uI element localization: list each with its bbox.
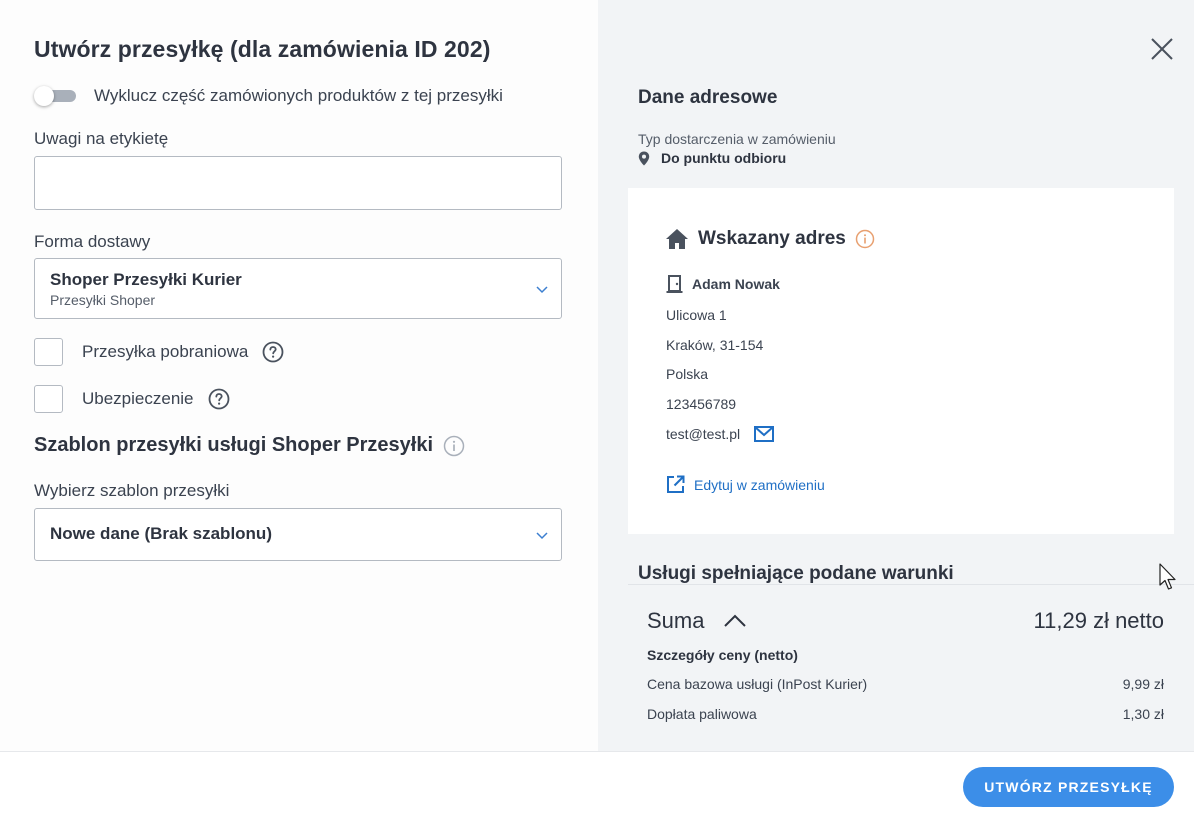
- exclude-products-row: Wyklucz część zamówionych produktów z te…: [34, 84, 503, 108]
- address-card-title: Wskazany adres: [698, 228, 846, 249]
- external-link-icon: [667, 475, 685, 493]
- price-row-value: 9,99 zł: [1122, 676, 1164, 692]
- delivery-type-label: Typ dostarczenia w zamówieniu: [638, 131, 836, 147]
- template-section-title: Szablon przesyłki usługi Shoper Przesyłk…: [34, 434, 465, 457]
- template-selected: Nowe dane (Brak szablonu): [50, 524, 272, 543]
- delivery-selected-sub: Przesyłki Shoper: [50, 292, 156, 308]
- shipment-form-panel: Utwórz przesyłkę (dla zamówienia ID 202)…: [0, 0, 598, 751]
- template-select-label: Wybierz szablon przesyłki: [34, 481, 230, 500]
- mail-icon[interactable]: [754, 426, 775, 442]
- address-card: Wskazany adres Adam Nowak Ulicowa 1 Krak…: [628, 188, 1174, 534]
- address-email: test@test.pl: [666, 426, 741, 442]
- recipient-name-row: Adam Nowak: [666, 275, 780, 293]
- delivery-selected-main: Shoper Przesyłki Kurier: [50, 270, 242, 289]
- delivery-form-select[interactable]: Shoper Przesyłki Kurier Przesyłki Shoper: [34, 258, 562, 319]
- exclude-products-label: Wyklucz część zamówionych produktów z te…: [94, 86, 503, 105]
- template-select[interactable]: Nowe dane (Brak szablonu): [34, 508, 562, 561]
- label-notes-label: Uwagi na etykietę: [34, 129, 169, 148]
- help-icon[interactable]: [208, 388, 230, 410]
- summary-toggle[interactable]: Suma: [647, 608, 747, 634]
- location-pin-icon: [638, 151, 650, 165]
- summary-panel: Suma 11,29 zł netto Szczegóły ceny (nett…: [628, 584, 1194, 751]
- address-city: Kraków, 31-154: [666, 337, 764, 353]
- page-title: Utwórz przesyłkę (dla zamówienia ID 202): [34, 36, 491, 62]
- summary-total: 11,29 zł netto: [1033, 608, 1164, 633]
- recipient-name: Adam Nowak: [692, 276, 780, 292]
- address-street: Ulicowa 1: [666, 307, 727, 323]
- address-section-title: Dane adresowe: [638, 87, 778, 108]
- cod-label: Przesyłka pobraniowa: [82, 342, 249, 361]
- toggle-knob: [34, 86, 54, 106]
- template-section-title-text: Szablon przesyłki usługi Shoper Przesyłk…: [34, 434, 434, 456]
- address-card-header: Wskazany adres: [665, 228, 875, 250]
- info-icon[interactable]: [855, 229, 875, 249]
- home-icon: [666, 229, 688, 249]
- delivery-type-value: Do punktu odbioru: [661, 150, 787, 166]
- label-notes-input[interactable]: [34, 156, 562, 210]
- price-details-title: Szczegóły ceny (netto): [647, 647, 798, 663]
- create-shipment-button[interactable]: UTWÓRZ PRZESYŁKĘ: [963, 767, 1174, 807]
- price-row-value: 1,30 zł: [1122, 706, 1164, 722]
- cod-row: Przesyłka pobraniowa: [34, 338, 284, 366]
- services-section-title: Usługi spełniające podane warunki: [638, 563, 954, 584]
- chevron-down-icon: [536, 532, 548, 540]
- close-icon[interactable]: [1149, 36, 1175, 62]
- edit-in-order-link[interactable]: Edytuj w zamówieniu: [666, 475, 825, 494]
- address-email-row: test@test.pl: [666, 426, 775, 442]
- cod-checkbox[interactable]: [34, 338, 63, 366]
- help-icon[interactable]: [262, 341, 284, 363]
- chevron-up-icon[interactable]: [724, 614, 747, 628]
- price-row-label: Cena bazowa usługi (InPost Kurier): [647, 676, 868, 692]
- delivery-type: Do punktu odbioru: [638, 150, 786, 166]
- door-icon: [666, 275, 683, 293]
- price-row: Cena bazowa usługi (InPost Kurier) 9,99 …: [647, 676, 1164, 692]
- delivery-form-label: Forma dostawy: [34, 232, 151, 251]
- insurance-label: Ubezpieczenie: [82, 389, 194, 408]
- address-country: Polska: [666, 366, 709, 382]
- summary-label: Suma: [647, 608, 705, 633]
- price-row-label: Dopłata paliwowa: [647, 706, 757, 722]
- exclude-products-toggle[interactable]: [34, 86, 76, 106]
- mouse-cursor-icon: [1159, 563, 1176, 590]
- insurance-row: Ubezpieczenie: [34, 385, 230, 413]
- insurance-checkbox[interactable]: [34, 385, 63, 413]
- price-row: Dopłata paliwowa 1,30 zł: [647, 706, 1164, 722]
- address-phone: 123456789: [666, 396, 737, 412]
- info-icon[interactable]: [443, 435, 465, 457]
- chevron-down-icon: [536, 286, 548, 294]
- edit-in-order-label: Edytuj w zamówieniu: [694, 476, 825, 493]
